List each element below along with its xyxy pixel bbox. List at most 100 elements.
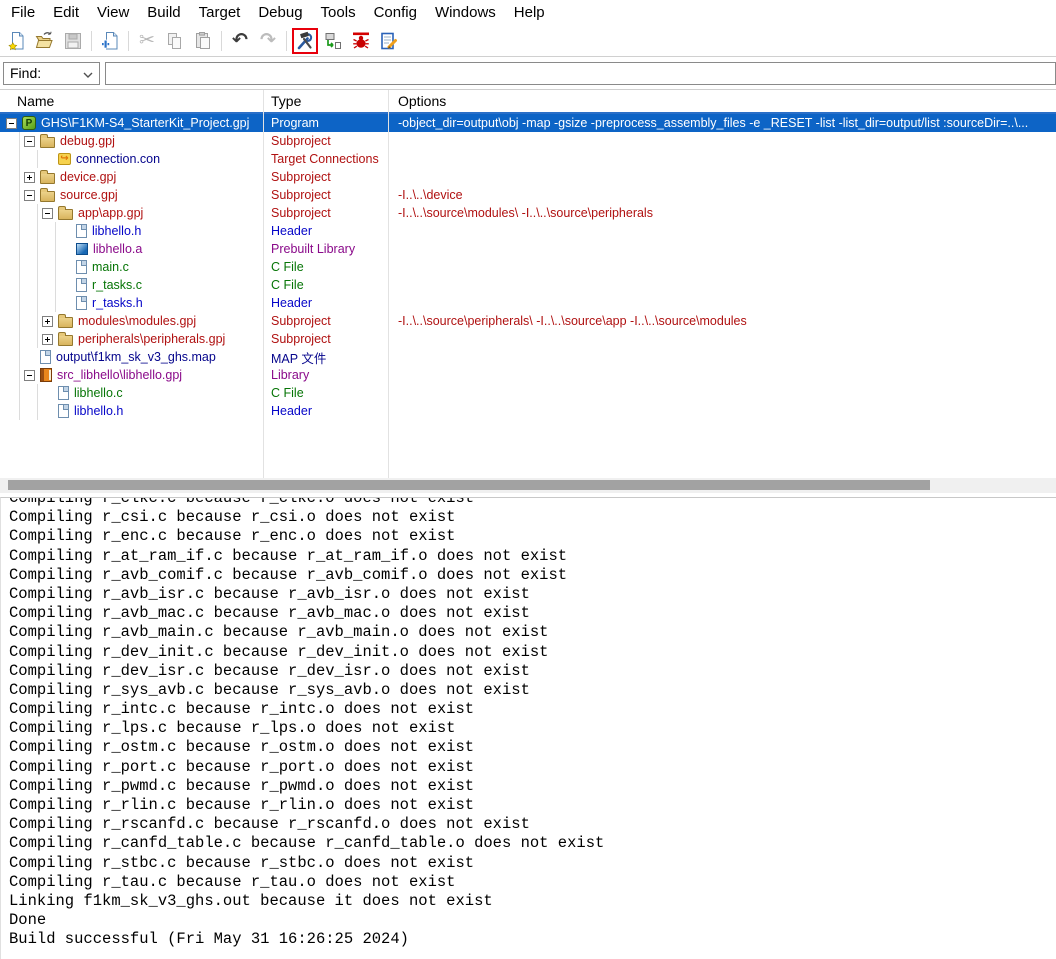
- tree-row[interactable]: libhello.hHeader: [0, 402, 1056, 420]
- tree-row[interactable]: PGHS\F1KM-S4_StarterKit_Project.gpjProgr…: [0, 114, 1056, 132]
- expander-spacer: [42, 159, 58, 160]
- collapse-icon[interactable]: [6, 118, 17, 129]
- horizontal-scrollbar[interactable]: [0, 478, 1056, 493]
- tree-row[interactable]: ↪connection.conTarget Connections: [0, 150, 1056, 168]
- console-line: Compiling r_port.c because r_port.o does…: [9, 758, 1056, 777]
- item-type-label: Prebuilt Library: [271, 242, 355, 256]
- menu-target[interactable]: Target: [190, 2, 250, 23]
- tree-guide-line: [24, 330, 42, 348]
- tree-guide-line: [6, 186, 24, 204]
- tree-header: Name Type Options: [0, 90, 1056, 114]
- collapse-icon[interactable]: [24, 370, 35, 381]
- tree-item-label: r_tasks.c: [92, 278, 142, 292]
- column-header-options[interactable]: Options: [388, 93, 1056, 109]
- tree-guide-line: [6, 258, 24, 276]
- undo-button[interactable]: ↶: [227, 28, 253, 54]
- type-cell: C File: [263, 384, 388, 402]
- tree-row[interactable]: source.gpjSubproject-I..\..\device: [0, 186, 1056, 204]
- build-icon: [295, 31, 315, 51]
- console-line: Compiling r_intc.c because r_intc.o does…: [9, 700, 1056, 719]
- column-header-type[interactable]: Type: [263, 93, 388, 109]
- new-file-button[interactable]: [4, 28, 30, 54]
- redo-button[interactable]: ↷: [255, 28, 281, 54]
- build-output-console[interactable]: Compiling r_clkc.c because r_clkc.o does…: [0, 497, 1056, 959]
- menu-windows[interactable]: Windows: [426, 2, 505, 23]
- paste-button[interactable]: [190, 28, 216, 54]
- collapse-icon[interactable]: [42, 208, 53, 219]
- save-button[interactable]: [60, 28, 86, 54]
- cut-button[interactable]: ✂: [134, 28, 160, 54]
- name-cell: PGHS\F1KM-S4_StarterKit_Project.gpj: [0, 114, 263, 132]
- find-dropdown[interactable]: Find:: [3, 62, 100, 85]
- item-options-label: -I..\..\device: [398, 188, 463, 202]
- tree-guide-line: [6, 168, 24, 186]
- menu-build[interactable]: Build: [138, 2, 189, 23]
- open-editor-button[interactable]: [376, 28, 402, 54]
- options-cell: -I..\..\source\modules\ -I..\..\source\p…: [388, 204, 1056, 222]
- tree-row[interactable]: libhello.aPrebuilt Library: [0, 240, 1056, 258]
- open-project-button[interactable]: [32, 28, 58, 54]
- tree-row[interactable]: modules\modules.gpjSubproject-I..\..\sou…: [0, 312, 1056, 330]
- tree-row[interactable]: debug.gpjSubproject: [0, 132, 1056, 150]
- debug-launch-button[interactable]: [320, 28, 346, 54]
- tree-guide-line: [24, 150, 42, 168]
- tree-row[interactable]: src_libhello\libhello.gpjLibrary: [0, 366, 1056, 384]
- console-line: Compiling r_tau.c because r_tau.o does n…: [9, 873, 1056, 892]
- type-cell: Header: [263, 222, 388, 240]
- redo-icon: ↷: [260, 31, 276, 50]
- add-file-button[interactable]: [97, 28, 123, 54]
- tree-item-label: libhello.h: [92, 224, 141, 238]
- tree-guide-line: [6, 384, 24, 402]
- type-cell: Subproject: [263, 312, 388, 330]
- find-input[interactable]: [105, 62, 1056, 85]
- tree-row[interactable]: output\f1km_sk_v3_ghs.mapMAP 文件: [0, 348, 1056, 366]
- tree-row[interactable]: peripherals\peripherals.gpjSubproject: [0, 330, 1056, 348]
- tree-guide-line: [6, 240, 24, 258]
- menu-edit[interactable]: Edit: [44, 2, 88, 23]
- menu-help[interactable]: Help: [505, 2, 554, 23]
- type-cell: C File: [263, 276, 388, 294]
- column-header-name[interactable]: Name: [0, 93, 263, 109]
- tree-guide-line: [6, 402, 24, 420]
- item-type-label: C File: [271, 278, 304, 292]
- expander-spacer: [42, 393, 58, 394]
- menu-file[interactable]: File: [2, 2, 44, 23]
- column-divider[interactable]: [263, 90, 264, 478]
- expand-icon[interactable]: [42, 316, 53, 327]
- tree-row[interactable]: device.gpjSubproject: [0, 168, 1056, 186]
- collapse-icon[interactable]: [24, 136, 35, 147]
- tree-guide-line: [24, 402, 42, 420]
- tree-row[interactable]: app\app.gpjSubproject-I..\..\source\modu…: [0, 204, 1056, 222]
- chevron-down-icon: [83, 65, 93, 81]
- name-cell: debug.gpj: [0, 132, 263, 150]
- tree-row[interactable]: libhello.cC File: [0, 384, 1056, 402]
- scrollbar-thumb[interactable]: [8, 480, 930, 490]
- console-line: Compiling r_stbc.c because r_stbc.o does…: [9, 854, 1056, 873]
- kill-tasks-button[interactable]: [348, 28, 374, 54]
- type-cell: Header: [263, 402, 388, 420]
- copy-button[interactable]: [162, 28, 188, 54]
- tree-guide-line: [42, 222, 60, 240]
- options-cell: [388, 330, 1056, 348]
- folder-icon: [40, 137, 55, 148]
- menu-tools[interactable]: Tools: [312, 2, 365, 23]
- options-cell: [388, 150, 1056, 168]
- expand-icon[interactable]: [24, 172, 35, 183]
- toolbar-separator: [91, 31, 92, 51]
- tree-row[interactable]: r_tasks.hHeader: [0, 294, 1056, 312]
- console-line: Compiling r_avb_comif.c because r_avb_co…: [9, 566, 1056, 585]
- tree-guide-line: [6, 294, 24, 312]
- collapse-icon[interactable]: [24, 190, 35, 201]
- column-divider[interactable]: [388, 90, 389, 478]
- tree-row[interactable]: r_tasks.c C File: [0, 276, 1056, 294]
- menu-view[interactable]: View: [88, 2, 138, 23]
- menu-debug[interactable]: Debug: [249, 2, 311, 23]
- paste-icon: [193, 31, 213, 51]
- build-button[interactable]: [292, 28, 318, 54]
- menu-config[interactable]: Config: [365, 2, 426, 23]
- folder-icon: [58, 335, 73, 346]
- tree-row[interactable]: main.cC File: [0, 258, 1056, 276]
- c-doc-icon: [76, 278, 87, 292]
- expand-icon[interactable]: [42, 334, 53, 345]
- tree-row[interactable]: libhello.h Header: [0, 222, 1056, 240]
